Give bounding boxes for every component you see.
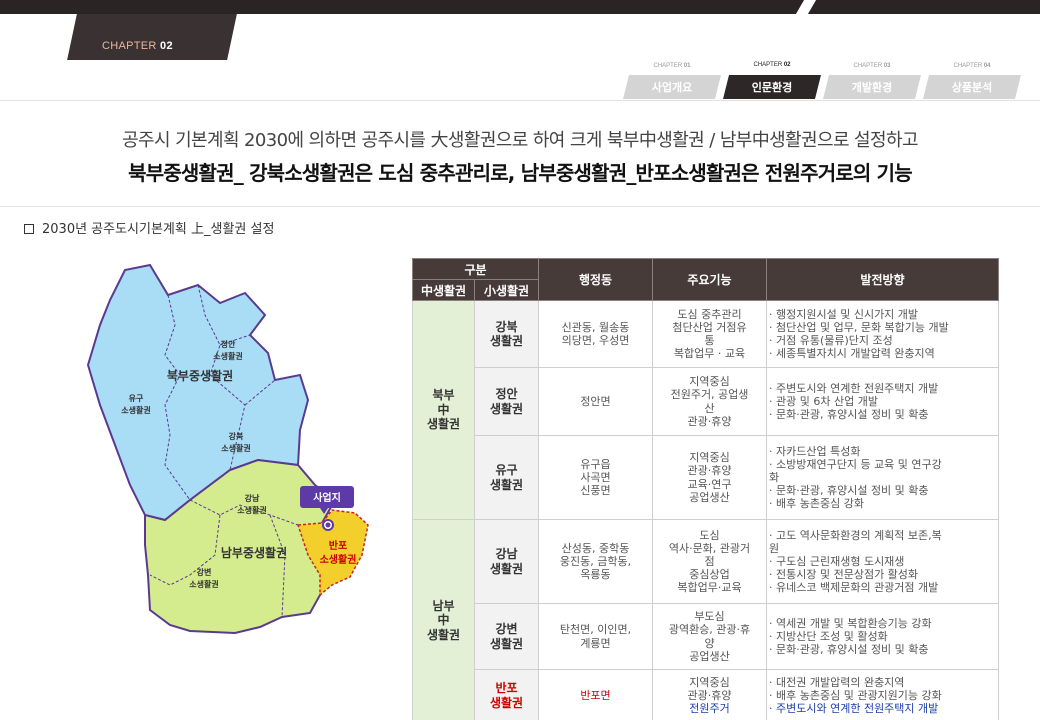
map-label-gangbuk: 강북 xyxy=(229,431,244,441)
function-cell: 지역중심 관광·휴양 교육·연구 공업생산 xyxy=(652,435,767,520)
map-label-yugu-sub: 소생활권 xyxy=(121,405,150,415)
map-label-banpo: 반포 xyxy=(329,539,347,552)
chapter-label: CHAPTER 02 xyxy=(102,40,173,52)
admin-cell: 유구읍 사곡면 신풍면 xyxy=(538,435,653,520)
chapter-tab xyxy=(67,14,237,60)
th-function: 주요기능 xyxy=(652,258,767,301)
map-label-gangnam-sub: 소생활권 xyxy=(237,505,266,515)
admin-cell: 산성동, 중학동 웅진동, 금학동, 옥룡동 xyxy=(538,519,653,604)
function-cell: 지역중심 전원주거, 공업생 산 관광·휴양 xyxy=(652,367,767,436)
small-area-cell: 강남 생활권 xyxy=(474,519,539,604)
direction-cell: · 고도 역사문화환경의 계획적 보존,복 원 · 구도심 근린재생형 도시재생… xyxy=(766,519,999,604)
site-label: 사업지 xyxy=(313,491,341,504)
table-row: 유구 생활권 유구읍 사곡면 신풍면 지역중심 관광·휴양 교육·연구 공업생산… xyxy=(413,435,999,520)
function-cell: 도심 역사·문화, 관광거 점 중심상업 복합업무·교육 xyxy=(652,519,767,604)
nav-label: 인문환경 xyxy=(751,81,793,94)
map-label-gangnam: 강남 xyxy=(245,493,260,503)
living-zone-map: 정안 소생활권 북부중생활권 유구 소생활권 강북 소생활권 강남 소생활권 남… xyxy=(86,263,369,635)
th-mid: 中생활권 xyxy=(412,279,475,301)
top-bar xyxy=(0,0,1040,14)
map-label-yugu: 유구 xyxy=(129,394,144,403)
direction-cell: · 자카드산업 특성화 · 소방방재연구단지 등 교육 및 연구강 화 · 문화… xyxy=(766,435,999,520)
small-area-cell: 강변 생활권 xyxy=(474,603,539,670)
map-label-south-mid: 남부중생활권 xyxy=(221,545,287,560)
function-cell: 부도심 광역환승, 관광·휴 양 공업생산 xyxy=(652,603,767,670)
nav-label: 개발환경 xyxy=(851,81,893,94)
header-divider xyxy=(0,100,1040,101)
nav-chapter-03[interactable]: CHAPTER 03 개발환경 xyxy=(822,60,922,100)
small-area-cell: 유구 생활권 xyxy=(474,435,539,520)
nav-chapter-01[interactable]: CHAPTER 01 사업개요 xyxy=(622,60,722,100)
chapter-nav: CHAPTER 01 사업개요 CHAPTER 02 인문환경 CHAPTER … xyxy=(622,60,1026,100)
nav-chapter-04[interactable]: CHAPTER 04 상품분석 xyxy=(922,60,1022,100)
headline-line1: 공주시 기본계획 2030에 의하면 공주시를 大생활권으로 하여 크게 북부中… xyxy=(122,130,918,151)
function-cell: 지역중심 관광·휴양 전원주거 xyxy=(652,669,767,720)
small-area-cell: 강북 생활권 xyxy=(474,300,539,368)
checkbox-bullet-icon xyxy=(24,224,34,234)
function-cell: 도심 중추관리 첨단산업 거점유 통 복합업무 · 교육 xyxy=(652,300,767,368)
admin-cell-highlight: 반포면 xyxy=(538,669,653,720)
map-label-banpo-sub: 소생활권 xyxy=(320,553,357,566)
map-label-gangbuk-sub: 소생활권 xyxy=(221,443,250,453)
table-row: 정안 생활권 정안면 지역중심 전원주거, 공업생 산 관광·휴양 · 주변도시… xyxy=(413,367,999,436)
map-label-gangbyeon-sub: 소생활권 xyxy=(189,579,218,589)
headline-line2: 북부중생활권_ 강북소생활권은 도심 중추관리로, 남부중생활권_반포소생활권은… xyxy=(128,161,913,185)
table-row: 강변 생활권 탄천면, 이인면, 계룡면 부도심 광역환승, 관광·휴 양 공업… xyxy=(413,603,999,670)
direction-cell: · 주변도시와 연계한 전원주택지 개발 · 관광 및 6차 산업 개발 · 문… xyxy=(766,367,999,436)
th-admin: 행정동 xyxy=(538,258,653,301)
nav-label: 사업개요 xyxy=(651,81,693,94)
mid-area-south: 남부 中 생활권 xyxy=(412,519,475,720)
table-row: 남부 中 생활권 강남 생활권 산성동, 중학동 웅진동, 금학동, 옥룡동 도… xyxy=(412,519,999,720)
table-row: 반포 생활권 반포면 지역중심 관광·휴양 전원주거 · 대전권 개발압력의 완… xyxy=(413,669,999,720)
section-title: 2030년 공주도시기본계획 上_생활권 설정 xyxy=(24,218,274,237)
small-area-cell: 정안 생활권 xyxy=(474,367,539,436)
direction-cell: · 행정지원시설 및 신시가지 개발 · 첨단산업 및 업무, 문화 복합기능 … xyxy=(766,300,999,368)
mid-area-north: 북부 中 생활권 xyxy=(412,300,475,520)
th-direction: 발전방향 xyxy=(766,258,999,301)
map-label-gangbyeon: 강변 xyxy=(197,567,212,577)
map-label-jeongan-sub: 소생활권 xyxy=(213,351,242,361)
map-label-north-mid: 북부중생활권 xyxy=(167,368,233,383)
table-row: 북부 中 생활권 강북 생활권 신관동, 월송동 의당면, 우성면 도심 중추관… xyxy=(412,300,999,520)
map-label-jeongan: 정안 xyxy=(221,339,236,349)
headline-divider xyxy=(0,206,1040,207)
direction-cell: · 대전권 개발압력의 완충지역 · 배후 농촌중심 및 관광지원기능 강화 ·… xyxy=(766,669,999,720)
small-area-cell-highlight: 반포 생활권 xyxy=(474,669,539,720)
th-group: 구분 xyxy=(412,258,539,280)
nav-chapter-02[interactable]: CHAPTER 02 인문환경 xyxy=(722,60,822,100)
admin-cell: 탄천면, 이인면, 계룡면 xyxy=(538,603,653,670)
living-zone-table: 구분 행정동 주요기능 발전방향 中생활권 小생활권 북부 中 생활권 강북 생… xyxy=(412,258,999,720)
admin-cell: 정안면 xyxy=(538,367,653,436)
nav-label: 상품분석 xyxy=(951,81,993,94)
th-small: 小생활권 xyxy=(474,279,539,301)
admin-cell: 신관동, 월송동 의당면, 우성면 xyxy=(538,300,653,368)
direction-cell: · 역세권 개발 및 복합환승기능 강화 · 지방산단 조성 및 활성화 · 문… xyxy=(766,603,999,670)
